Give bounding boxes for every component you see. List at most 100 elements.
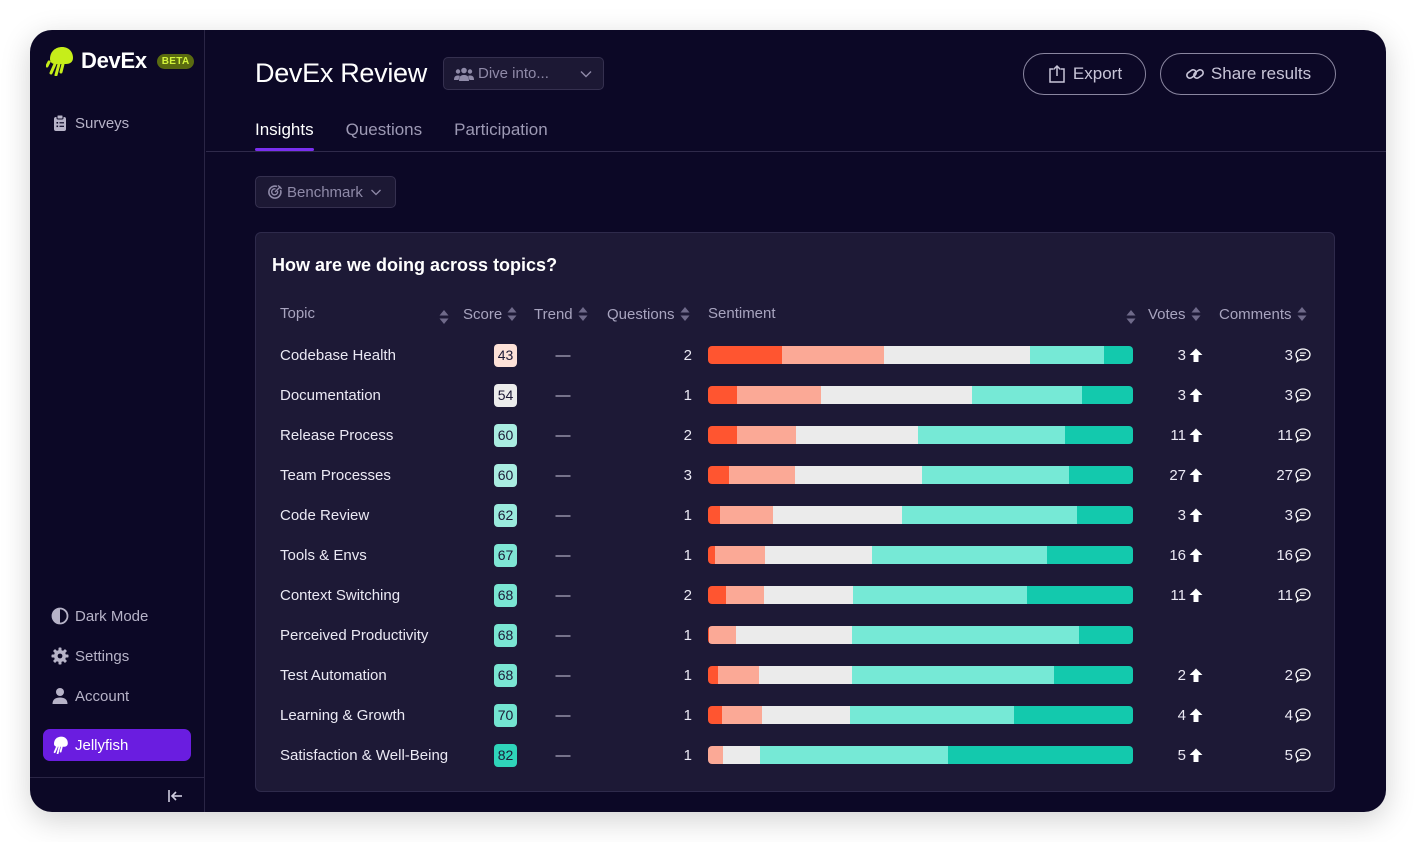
sentiment-bar[interactable]	[708, 346, 1133, 364]
sentiment-bar[interactable]	[708, 466, 1133, 484]
topic-name[interactable]: Team Processes	[280, 455, 391, 495]
questions-count: 2	[683, 426, 692, 444]
comment-icon	[1295, 508, 1311, 523]
table-row[interactable]: Code Review 62 — 1 3 3	[256, 495, 1334, 535]
tab-questions[interactable]: Questions	[346, 120, 423, 150]
comments-cell: 27	[1256, 455, 1311, 495]
votes-cell: 5	[1156, 735, 1204, 775]
table-row[interactable]: Perceived Productivity 68 — 1	[256, 615, 1334, 655]
votes-count: 3	[1177, 386, 1186, 404]
sentiment-segment-neutral	[762, 706, 851, 724]
topic-name[interactable]: Codebase Health	[280, 335, 396, 375]
questions-count: 1	[683, 506, 692, 524]
sentiment-segment-negative	[720, 506, 773, 524]
sentiment-segment-negative	[737, 426, 796, 444]
sentiment-bar[interactable]	[708, 666, 1133, 684]
sentiment-segment-very-positive	[1079, 626, 1133, 644]
table-row[interactable]: Codebase Health 43 — 2 3 3	[256, 335, 1334, 375]
benchmark-select[interactable]: Benchmark	[255, 176, 396, 208]
sentiment-bar[interactable]	[708, 506, 1133, 524]
table-row[interactable]: Context Switching 68 — 2 11 11	[256, 575, 1334, 615]
trend-value: —	[555, 586, 571, 604]
table-row[interactable]: Test Automation 68 — 1 2 2	[256, 655, 1334, 695]
sentiment-bar[interactable]	[708, 706, 1133, 724]
sentiment-bar[interactable]	[708, 546, 1133, 564]
column-header-score[interactable]: Score	[463, 305, 517, 323]
table-row[interactable]: Documentation 54 — 1 3 3	[256, 375, 1334, 415]
table-row[interactable]: Satisfaction & Well-Being 82 — 1 5 5	[256, 735, 1334, 775]
topic-name[interactable]: Tools & Envs	[280, 535, 367, 575]
column-header-questions[interactable]: Questions	[607, 305, 690, 323]
table-row[interactable]: Tools & Envs 67 — 1 16 16	[256, 535, 1334, 575]
topic-name[interactable]: Code Review	[280, 495, 369, 535]
chevron-down-icon	[370, 189, 381, 196]
trend-value: —	[555, 386, 571, 404]
comments-count: 5	[1284, 746, 1293, 764]
dive-into-select[interactable]: Dive into...	[443, 57, 604, 90]
sidebar: DevEx BETA Surveys Dark Mode Settings Ac…	[30, 30, 205, 812]
topic-name[interactable]: Satisfaction & Well-Being	[280, 735, 448, 775]
comments-cell: 11	[1256, 575, 1311, 615]
column-header-trend[interactable]: Trend	[534, 305, 588, 323]
table-header: Topic Score Trend Questions Sentiment Vo…	[256, 305, 1334, 329]
column-header-topic[interactable]: Topic	[280, 305, 315, 322]
table-row[interactable]: Learning & Growth 70 — 1 4 4	[256, 695, 1334, 735]
sentiment-segment-very-negative	[708, 506, 721, 524]
sort-icon[interactable]	[439, 308, 449, 326]
tab-participation[interactable]: Participation	[454, 120, 548, 150]
comments-cell: 3	[1256, 495, 1311, 535]
tab-insights[interactable]: Insights	[255, 120, 314, 151]
sidebar-item-account[interactable]: Account	[51, 687, 129, 705]
sort-icon[interactable]	[1126, 308, 1136, 326]
collapse-left-icon[interactable]	[166, 787, 184, 805]
sentiment-bar[interactable]	[708, 426, 1133, 444]
sidebar-item-surveys[interactable]: Surveys	[51, 114, 129, 132]
sidebar-item-label: Surveys	[75, 114, 130, 132]
trend-value: —	[555, 426, 571, 444]
sentiment-bar[interactable]	[708, 746, 1133, 764]
sentiment-segment-neutral	[795, 426, 918, 444]
column-header-sentiment[interactable]: Sentiment	[708, 305, 776, 322]
score-badge: 54	[494, 383, 517, 407]
brand[interactable]: DevEx BETA	[46, 46, 195, 76]
app-window: DevEx BETA Surveys Dark Mode Settings Ac…	[30, 30, 1386, 812]
topic-name[interactable]: Context Switching	[280, 575, 400, 615]
upvote-arrow-icon	[1189, 468, 1203, 482]
votes-count: 2	[1177, 666, 1186, 684]
topic-name[interactable]: Release Process	[280, 415, 393, 455]
column-label: Topic	[280, 305, 316, 322]
org-switcher-button[interactable]: Jellyfish	[43, 729, 191, 761]
column-header-votes[interactable]: Votes	[1148, 305, 1201, 323]
sentiment-segment-positive	[853, 586, 1028, 604]
sentiment-segment-negative	[728, 466, 796, 484]
topic-name[interactable]: Test Automation	[280, 655, 387, 695]
sentiment-segment-positive	[760, 746, 949, 764]
column-label: Sentiment	[708, 305, 776, 322]
export-button[interactable]: Export	[1023, 53, 1146, 95]
topic-name[interactable]: Learning & Growth	[280, 695, 405, 735]
score-badge: 60	[494, 423, 517, 447]
comments-cell: 3	[1256, 375, 1311, 415]
votes-cell: 11	[1156, 415, 1204, 455]
sentiment-bar[interactable]	[708, 586, 1133, 604]
sentiment-segment-very-negative	[708, 546, 715, 564]
sidebar-item-dark-mode[interactable]: Dark Mode	[51, 607, 148, 625]
column-header-comments[interactable]: Comments	[1219, 305, 1307, 323]
trend-value: —	[555, 706, 571, 724]
comments-count: 11	[1277, 426, 1293, 444]
sort-icon	[1191, 307, 1201, 321]
sentiment-segment-very-positive	[948, 746, 1133, 764]
share-results-button[interactable]: Share results	[1160, 53, 1336, 95]
votes-count: 3	[1177, 346, 1186, 364]
table-row[interactable]: Team Processes 60 — 3 27 27	[256, 455, 1334, 495]
votes-count: 11	[1170, 426, 1186, 444]
topic-name[interactable]: Perceived Productivity	[280, 615, 428, 655]
sidebar-item-settings[interactable]: Settings	[51, 647, 129, 665]
sentiment-bar[interactable]	[708, 386, 1133, 404]
comments-count: 4	[1284, 706, 1293, 724]
sentiment-bar[interactable]	[708, 626, 1133, 644]
votes-count: 16	[1169, 546, 1186, 564]
table-row[interactable]: Release Process 60 — 2 11 11	[256, 415, 1334, 455]
upvote-arrow-icon	[1189, 708, 1203, 722]
topic-name[interactable]: Documentation	[280, 375, 381, 415]
